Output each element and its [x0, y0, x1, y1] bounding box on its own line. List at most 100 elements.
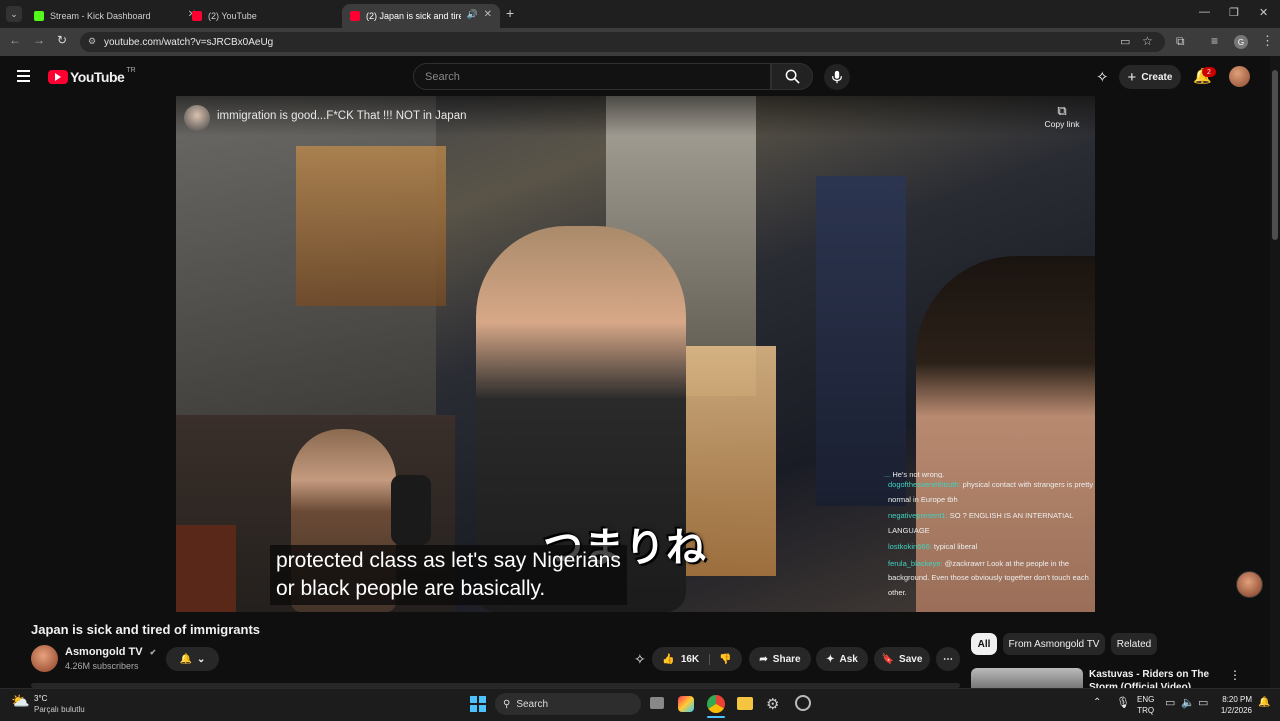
notification-center-icon[interactable]: 🔔	[1258, 697, 1270, 708]
channel-name[interactable]: Asmongold TV	[65, 646, 143, 658]
thumbs-down-icon: 👎	[719, 653, 732, 665]
file-explorer-icon[interactable]	[737, 697, 753, 710]
chevron-up-icon[interactable]: ⌃	[1093, 697, 1101, 708]
close-window-button[interactable]: ✕	[1259, 6, 1268, 19]
chip-label: From Asmongold TV	[1008, 638, 1100, 650]
tab-japan-video[interactable]: (2) Japan is sick and tired o 🔊 ✕	[342, 4, 500, 28]
forward-button[interactable]: →	[33, 33, 45, 47]
share-label: Share	[772, 653, 801, 665]
user-avatar[interactable]	[1229, 66, 1250, 87]
voice-search-button[interactable]	[824, 64, 850, 90]
minimize-button[interactable]: —	[1199, 6, 1210, 18]
ai-sparkle-icon[interactable]: ✧	[634, 651, 646, 668]
chat-text: He's not wrong.	[892, 470, 945, 478]
more-vertical-icon[interactable]: ⋮	[1229, 668, 1241, 682]
next-video-title[interactable]: Kastuvas - Riders on The Storm (Official…	[1089, 668, 1229, 688]
country-code: TR	[126, 66, 136, 74]
stream-chat-overlay: ... He's not wrong. dogofthesvenethtruth…	[884, 470, 1095, 612]
bell-icon: 🔔	[179, 653, 193, 665]
tab-kick-dashboard[interactable]: Stream - Kick Dashboard ✕	[26, 4, 204, 28]
channel-avatar[interactable]	[31, 645, 58, 672]
microphone-icon	[832, 70, 842, 84]
extensions-icon[interactable]: ⧉	[1176, 34, 1185, 49]
caption-line-1: protected class as let's say Nigerians	[276, 549, 621, 572]
chat-text: typical liberal	[933, 542, 978, 551]
obs-icon[interactable]	[795, 695, 811, 711]
chrome-taskbar-icon[interactable]	[707, 695, 725, 713]
share-button[interactable]: ➦ Share	[749, 647, 811, 671]
reload-button[interactable]: ↻	[57, 33, 67, 47]
ai-sparkle-icon[interactable]: ✧	[1096, 68, 1109, 86]
youtube-logo[interactable]: YouTube TR	[48, 66, 136, 85]
language-layout: TRQ	[1137, 706, 1155, 715]
overlay-video-title[interactable]: immigration is good...F*CK That !!! NOT …	[217, 110, 467, 122]
weather-temperature[interactable]: 3°C	[34, 694, 47, 703]
language-indicator[interactable]: ENG TRQ	[1137, 694, 1154, 716]
close-icon[interactable]: ✕	[484, 9, 492, 20]
miniplayer-avatar[interactable]	[1236, 571, 1263, 598]
share-arrow-icon: ➦	[759, 653, 768, 665]
channel-avatar-overlay[interactable]	[184, 105, 210, 131]
task-view-icon[interactable]	[650, 697, 664, 709]
save-button[interactable]: 🔖 Save	[874, 647, 930, 671]
copilot-icon[interactable]	[678, 696, 694, 712]
copy-link-button[interactable]: ⧉ Copy link	[1036, 103, 1088, 129]
search-placeholder: Search	[425, 70, 460, 83]
dislike-button[interactable]: 👎	[715, 654, 731, 665]
notification-count: 2	[1207, 68, 1211, 76]
clock[interactable]: 8:20 PM 1/2/2026	[1214, 694, 1252, 716]
microphone-tray-icon[interactable]: 🎙	[1116, 696, 1130, 709]
microphone-stand	[391, 475, 431, 545]
volume-icon[interactable]: 🔈	[1181, 696, 1195, 709]
next-video-thumbnail[interactable]	[971, 668, 1083, 688]
hamburger-menu-icon[interactable]	[17, 70, 30, 82]
chip-related[interactable]: Related	[1111, 633, 1157, 655]
bookmark-star-icon[interactable]: ☆	[1142, 34, 1153, 48]
subscription-bell-button[interactable]: 🔔 ⌄	[166, 647, 219, 671]
profile-avatar[interactable]: G	[1234, 35, 1248, 49]
tab-title: (2) Japan is sick and tired o	[366, 11, 461, 21]
ask-button[interactable]: ✦ Ask	[816, 647, 868, 671]
like-dislike-group: 👍 16K 👎	[652, 647, 742, 671]
chrome-menu-icon[interactable]: ⋮	[1261, 33, 1274, 49]
reading-list-icon[interactable]: ≡	[1211, 34, 1218, 48]
network-icon[interactable]: ▭	[1165, 696, 1175, 709]
windows-start-icon[interactable]	[470, 696, 486, 712]
restore-button[interactable]: ❐	[1229, 6, 1239, 19]
chip-label: All	[977, 638, 991, 650]
copy-link-label: Copy link	[1044, 119, 1080, 129]
create-button[interactable]: + Create	[1119, 65, 1181, 89]
chat-message: dogofthesvenethtruth: physical contact w…	[884, 478, 1095, 507]
new-tab-button[interactable]: +	[506, 5, 514, 21]
cast-icon[interactable]: ▭	[1120, 35, 1130, 48]
tab-search-button[interactable]: ⌄	[6, 6, 22, 22]
taskbar-search[interactable]: ⚲ Search	[495, 693, 641, 715]
address-bar[interactable]: ⚙ youtube.com/watch?v=sJRCBx0AeUg	[80, 32, 1165, 52]
create-label: Create	[1141, 71, 1173, 83]
weather-icon[interactable]: ⛅	[11, 692, 30, 710]
weather-description[interactable]: Parçalı bulutlu	[34, 705, 85, 714]
chip-all[interactable]: All	[971, 633, 997, 655]
settings-gear-icon[interactable]: ⚙	[766, 695, 779, 713]
channel-name-row[interactable]: Asmongold TV ✔	[65, 646, 156, 658]
like-button[interactable]: 👍 16K	[662, 653, 711, 665]
search-input[interactable]: Search	[413, 63, 771, 90]
language-primary: ENG	[1137, 695, 1155, 704]
logo-text: YouTube	[70, 69, 125, 85]
scrollbar-thumb[interactable]	[1272, 70, 1278, 240]
site-info-icon[interactable]: ⚙	[88, 36, 96, 47]
save-label: Save	[899, 653, 923, 665]
back-button[interactable]: ←	[9, 33, 21, 47]
more-actions-button[interactable]: ⋯	[936, 647, 960, 671]
speaker-icon[interactable]: 🔊	[467, 9, 478, 20]
kick-icon	[34, 11, 44, 21]
page-scrollbar[interactable]	[1270, 56, 1280, 688]
caption-line-2: or black people are basically.	[276, 577, 546, 600]
clock-date: 1/2/2026	[1220, 706, 1252, 715]
search-button[interactable]	[771, 63, 813, 90]
tab-youtube[interactable]: (2) YouTube ✕	[184, 4, 362, 28]
ask-label: Ask	[839, 653, 858, 665]
chip-from-channel[interactable]: From Asmongold TV	[1003, 633, 1105, 655]
chat-username: dogofthesvenethtruth:	[888, 480, 961, 489]
battery-icon[interactable]: ▭	[1198, 696, 1208, 709]
